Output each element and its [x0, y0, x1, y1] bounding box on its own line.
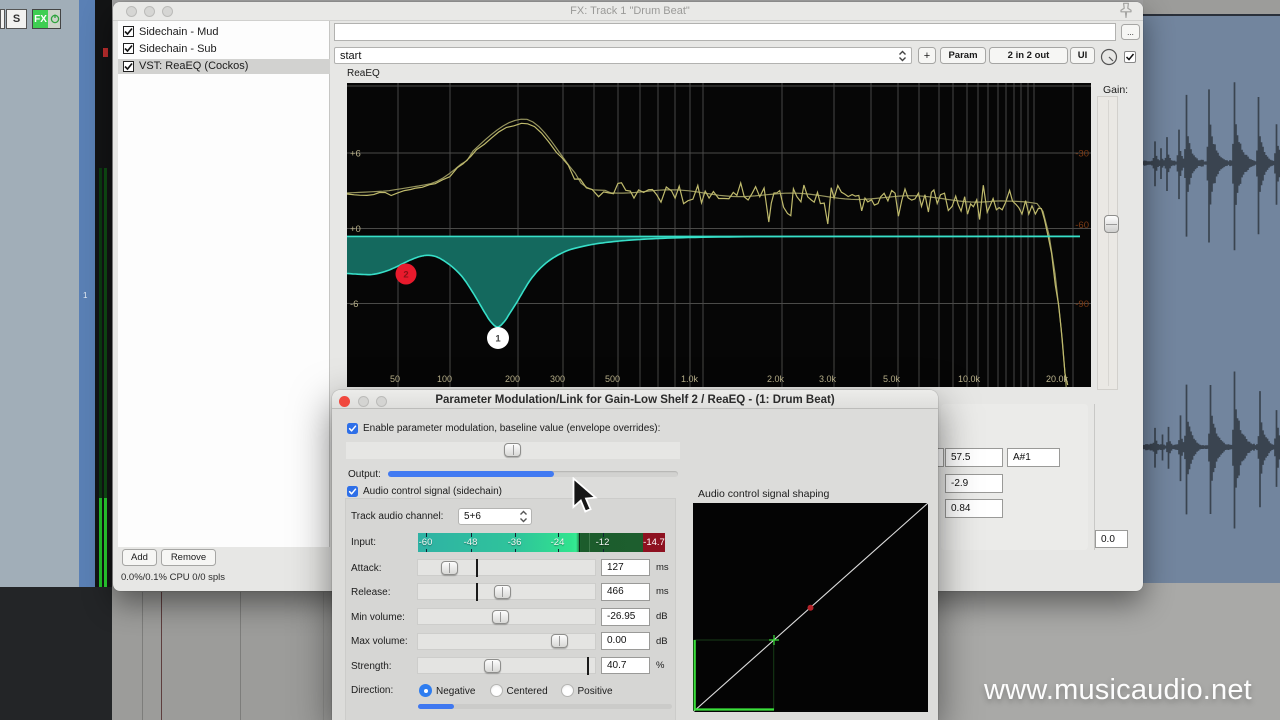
svg-text:300: 300: [550, 374, 565, 384]
svg-text:3.0k: 3.0k: [819, 374, 837, 384]
svg-text:-90: -90: [1075, 299, 1089, 310]
svg-text:50: 50: [390, 374, 400, 384]
svg-text:1: 1: [495, 334, 501, 345]
svg-text:100: 100: [437, 374, 452, 384]
svg-text:20.0k: 20.0k: [1046, 374, 1069, 384]
svg-text:5.0k: 5.0k: [883, 374, 901, 384]
svg-text:1.0k: 1.0k: [681, 374, 699, 384]
svg-text:10.0k: 10.0k: [958, 374, 981, 384]
svg-text:-30: -30: [1075, 149, 1089, 160]
svg-text:-6: -6: [350, 299, 358, 310]
svg-text:+0: +0: [350, 224, 361, 235]
svg-text:2: 2: [403, 270, 408, 281]
svg-text:-60: -60: [1075, 220, 1089, 231]
svg-text:200: 200: [505, 374, 520, 384]
svg-text:500: 500: [605, 374, 620, 384]
svg-text:+6: +6: [350, 149, 361, 160]
svg-text:2.0k: 2.0k: [767, 374, 785, 384]
